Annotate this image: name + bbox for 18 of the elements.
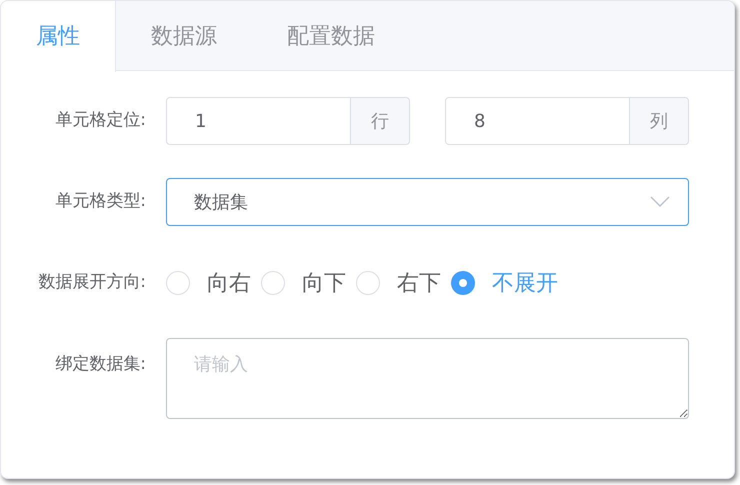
unit-label: 列 — [630, 97, 689, 145]
dataset-field[interactable]: 请输入 — [166, 338, 689, 419]
radio-button[interactable] — [451, 271, 475, 295]
radio-option[interactable]: 向右 — [166, 266, 251, 300]
radio-button[interactable] — [356, 271, 380, 295]
radio-option[interactable]: 向下 — [261, 266, 346, 300]
radio-option[interactable]: 右下 — [356, 266, 441, 300]
radio-button[interactable] — [166, 271, 190, 295]
number-field[interactable]: 8 — [445, 97, 630, 145]
field-label: 数据展开方向: — [37, 271, 147, 294]
field-label: 单元格定位: — [54, 109, 147, 132]
chevron-down-icon — [650, 196, 670, 208]
radio-button[interactable] — [261, 271, 285, 295]
number-field[interactable]: 1 — [166, 97, 351, 145]
unit-label: 行 — [351, 97, 410, 145]
field-label: 绑定数据集: — [54, 353, 147, 376]
field-label: 单元格类型: — [54, 190, 147, 214]
type-select[interactable]: 数据集 — [166, 178, 689, 226]
